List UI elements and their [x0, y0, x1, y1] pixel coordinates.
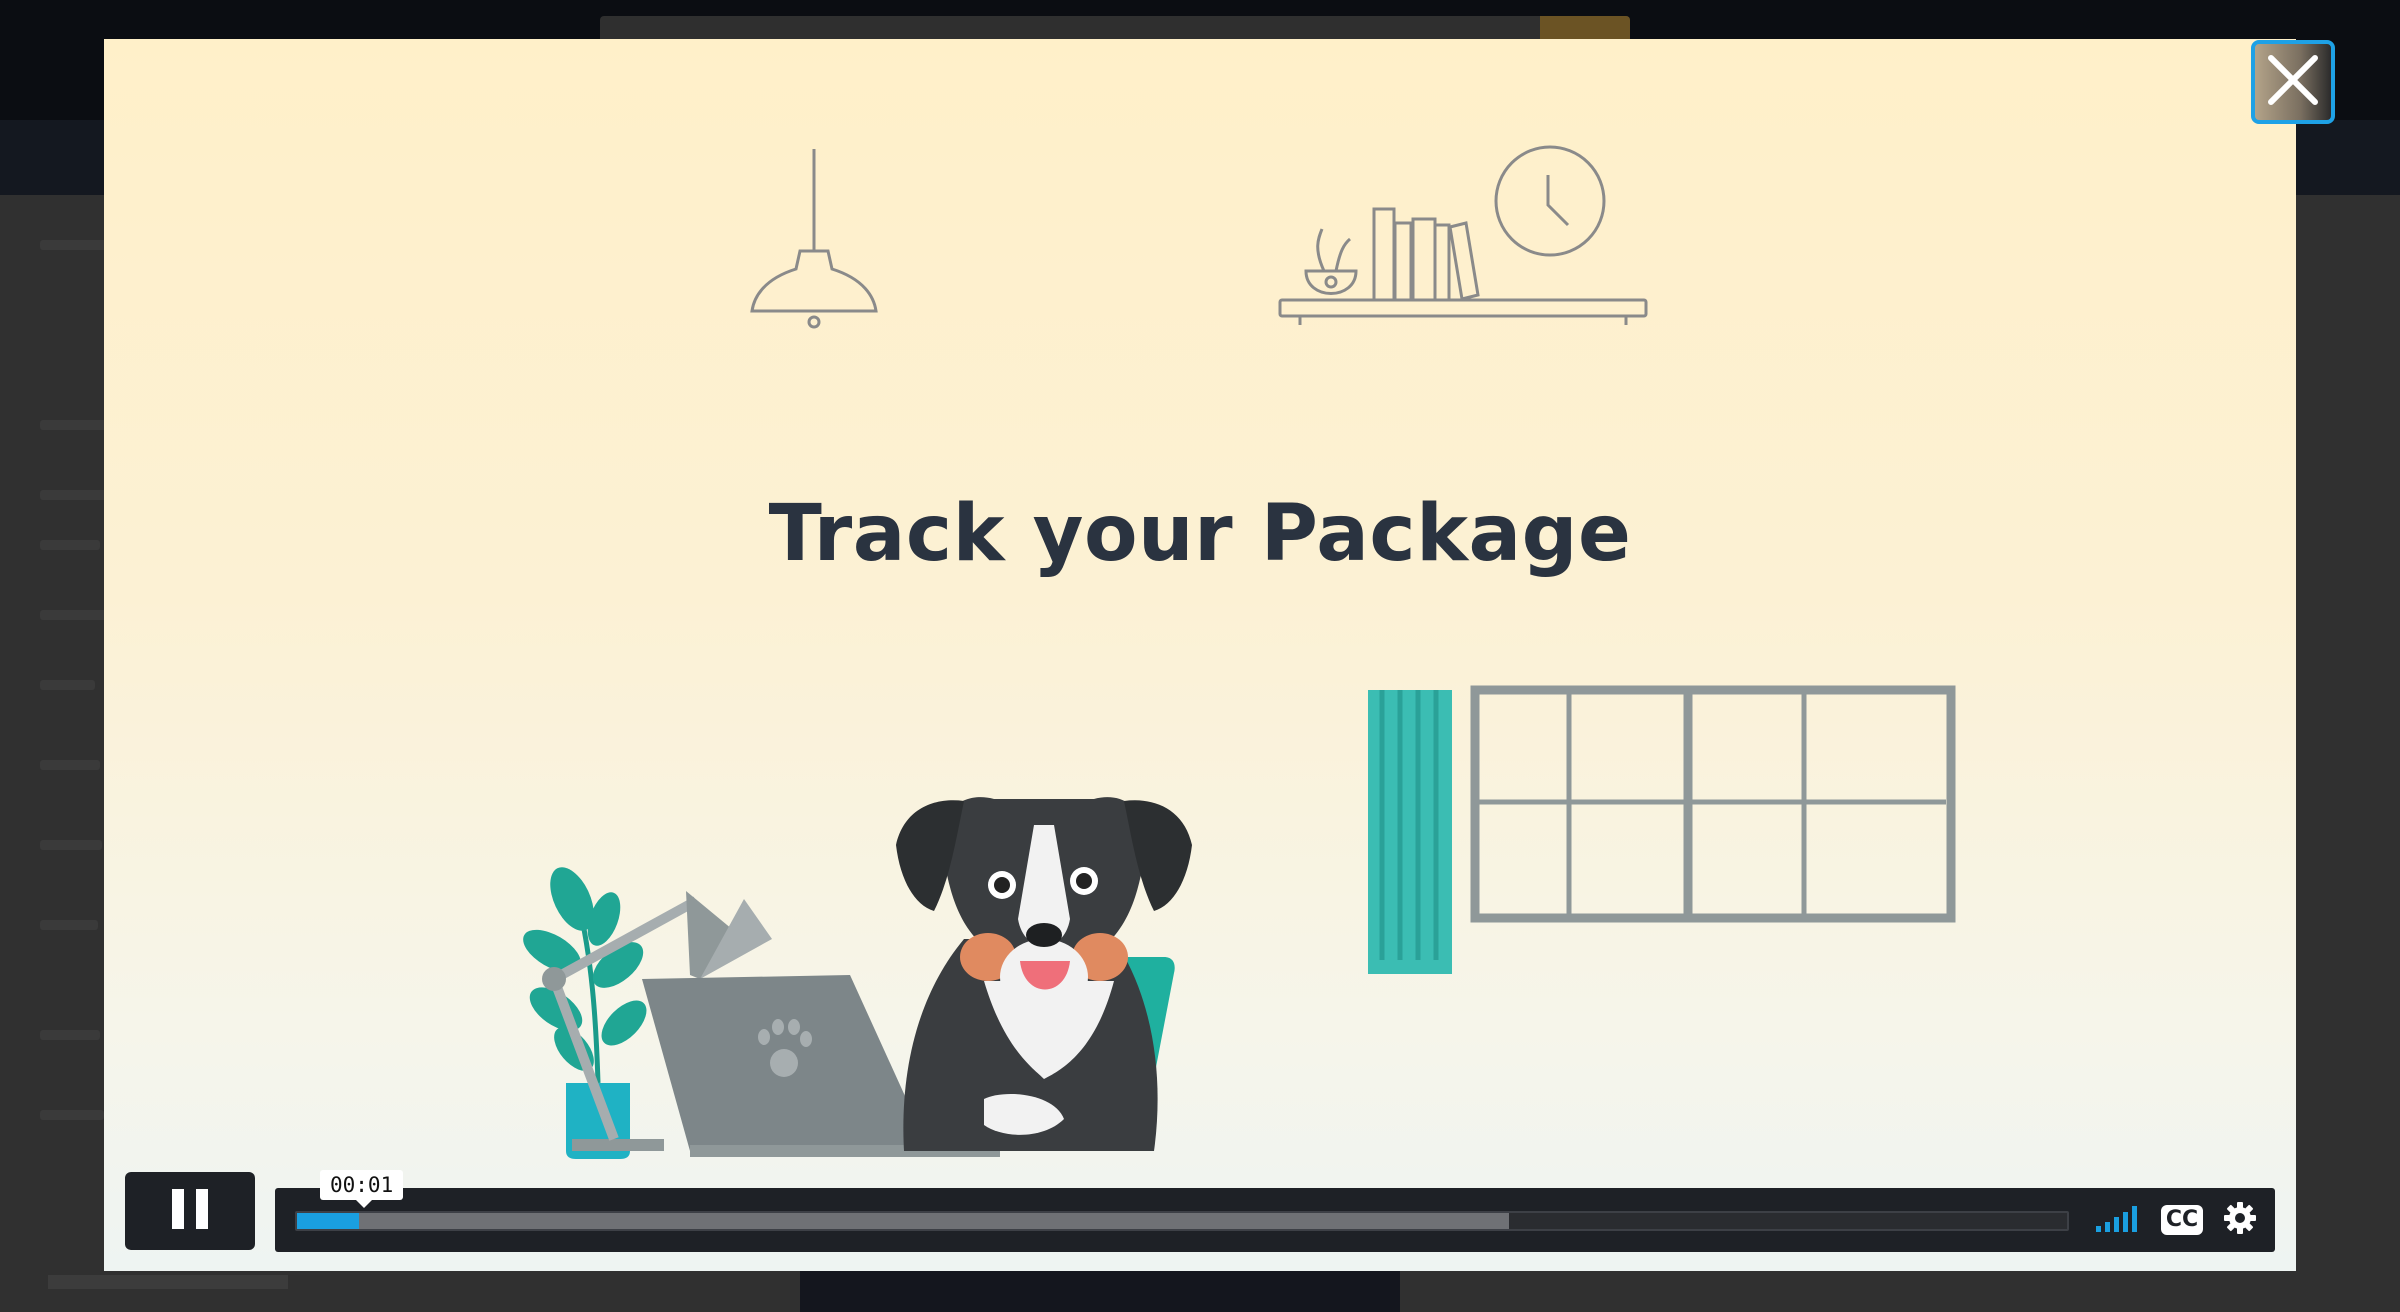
close-x-icon: [2261, 48, 2325, 117]
video-frame-illustration: [523, 145, 1956, 1159]
pause-icon: [170, 1187, 210, 1236]
video-modal: Track your Package: [104, 39, 2296, 1271]
progress-bar[interactable]: [295, 1211, 2069, 1231]
current-time-tooltip: 00:01: [320, 1170, 404, 1208]
volume-bars-icon: [2096, 1204, 2144, 1237]
background-text-line: [40, 920, 98, 930]
background-text-line: [40, 610, 110, 620]
background-text-line: [40, 840, 102, 850]
captions-button[interactable]: CC: [2160, 1202, 2204, 1238]
close-button[interactable]: [2251, 40, 2335, 124]
background-text-line: [40, 540, 100, 550]
control-bar: CC: [275, 1188, 2275, 1252]
shelf-illustration: [1278, 145, 1648, 325]
captions-icon: CC: [2160, 1205, 2204, 1235]
window-illustration: [1368, 685, 1956, 974]
potted-plant-illustration: [523, 867, 647, 1159]
background-text-line: [40, 1110, 104, 1120]
background-image: [800, 1270, 1400, 1312]
settings-button[interactable]: [2220, 1201, 2260, 1240]
pendant-lamp-illustration: [750, 149, 878, 329]
background-text-line: [48, 1275, 288, 1289]
progress-played: [297, 1213, 359, 1229]
background-text-line: [40, 680, 95, 690]
pause-button[interactable]: [125, 1172, 255, 1250]
background-text-line: [40, 760, 100, 770]
volume-button[interactable]: [2095, 1202, 2145, 1238]
gear-icon: [2223, 1201, 2257, 1240]
video-title: Track your Package: [768, 489, 1632, 579]
progress-buffered: [297, 1213, 1510, 1229]
background-text-line: [40, 1030, 100, 1040]
